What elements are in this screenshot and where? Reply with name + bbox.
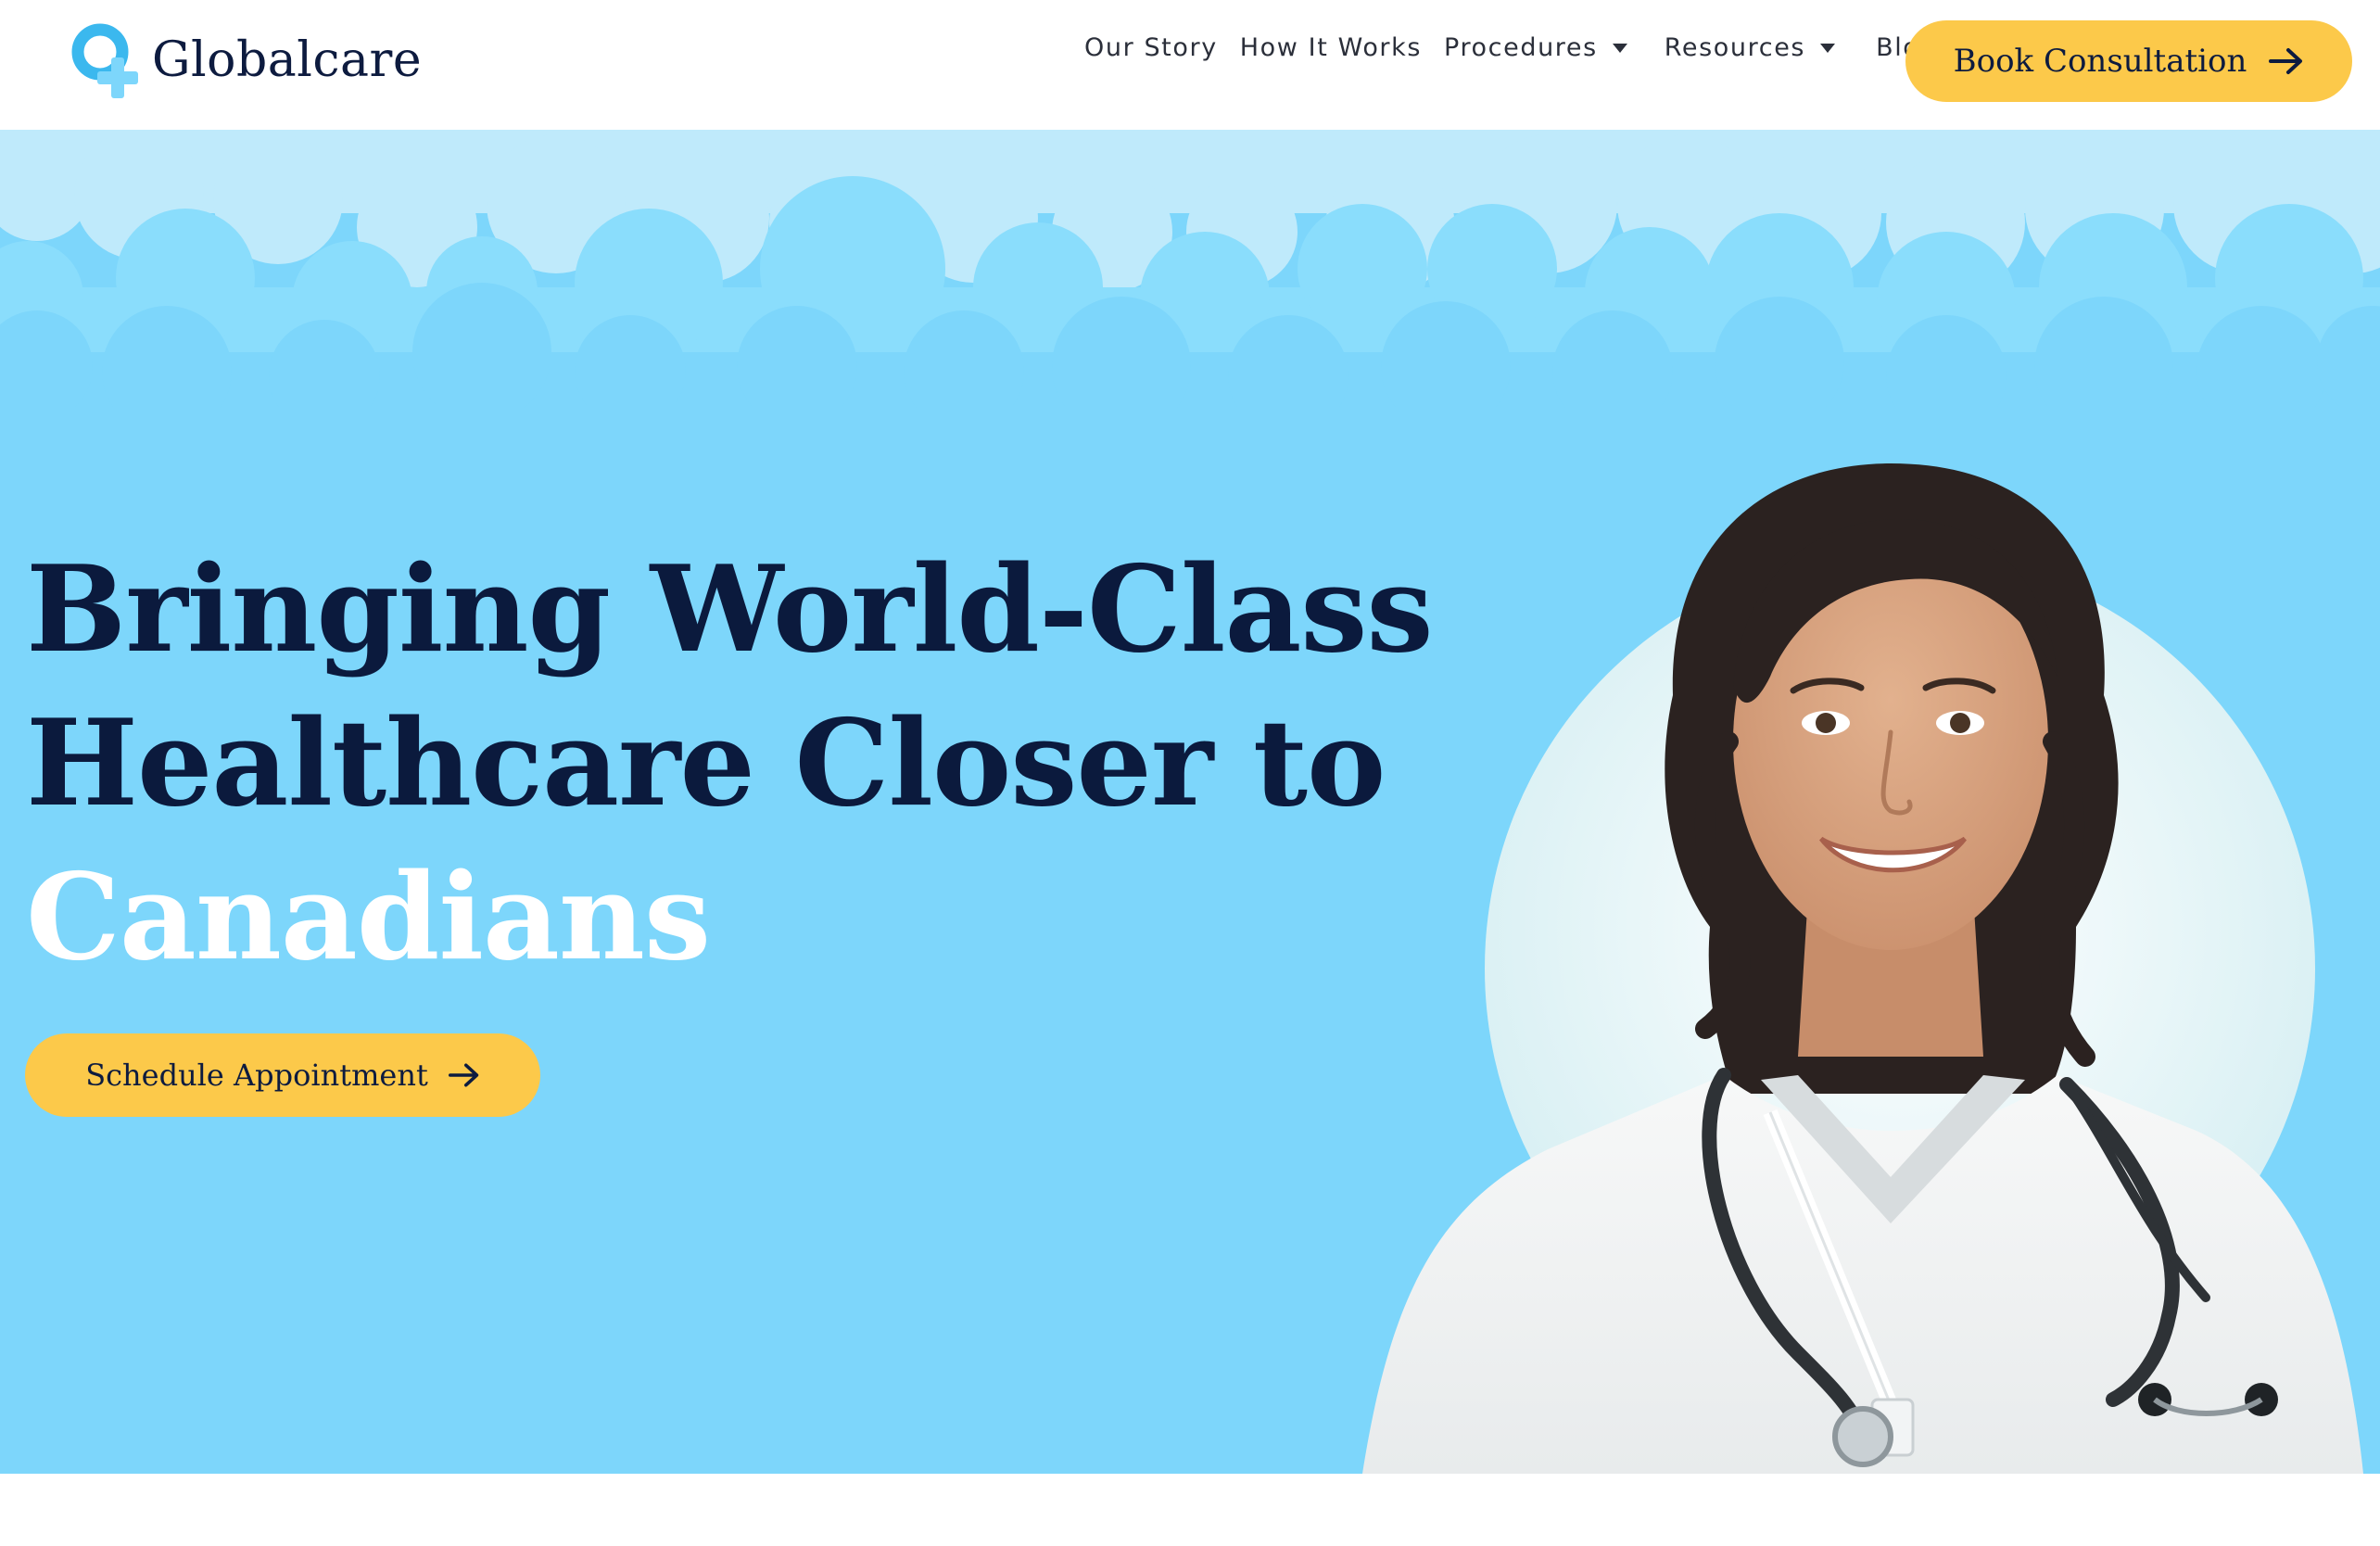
site-header: Globalcare Our Story How It Works Proced…: [0, 0, 2380, 130]
nav-label: Resources: [1664, 33, 1806, 62]
nav-label: How It Works: [1239, 33, 1423, 62]
nav-our-story[interactable]: Our Story: [1084, 33, 1218, 62]
smiling-doctor-with-stethoscope-photo: [1362, 463, 2363, 1474]
nav-how-it-works[interactable]: How It Works: [1240, 33, 1422, 62]
nav-resources[interactable]: Resources: [1665, 33, 1837, 62]
book-consultation-label: Book Consultation: [1953, 43, 2247, 80]
nav-label: Procedures: [1444, 33, 1598, 62]
brand-name: Globalcare: [152, 32, 423, 88]
page-below-hero: [0, 1474, 2380, 1546]
arrow-right-icon: [448, 1063, 479, 1087]
nav-procedures[interactable]: Procedures: [1444, 33, 1629, 62]
hero-headline: Bringing World-Class Healthcare Closer t…: [26, 533, 1433, 995]
cloud-decoration: [0, 130, 2380, 408]
brand-logo[interactable]: Globalcare: [67, 20, 422, 100]
plus-cross-logo-icon: [71, 23, 138, 98]
main-nav: Our Story How It Works Procedures Resour…: [1084, 33, 1937, 62]
headline-accent: Canadians: [26, 848, 711, 987]
headline-line-1: Bringing World-Class: [26, 540, 1433, 679]
headline-line-2: Healthcare Closer to: [26, 694, 1386, 833]
hero-section: Bringing World-Class Healthcare Closer t…: [0, 130, 2380, 1474]
book-consultation-button[interactable]: Book Consultation: [1905, 20, 2352, 102]
schedule-appointment-button[interactable]: Schedule Appointment: [25, 1033, 540, 1117]
nav-label: Our Story: [1084, 33, 1218, 62]
arrow-right-icon: [2269, 48, 2303, 74]
caret-down-icon: [1612, 43, 1627, 53]
caret-down-icon: [1820, 43, 1836, 53]
schedule-appointment-label: Schedule Appointment: [85, 1058, 428, 1093]
